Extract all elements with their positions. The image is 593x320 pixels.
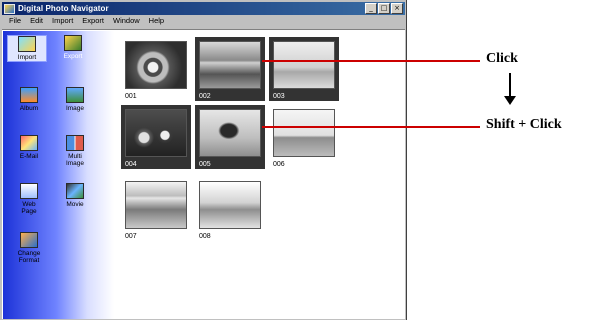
click-annotation: Click [486,51,518,66]
thumbnail-003[interactable]: 003 [269,37,339,101]
arrow-shaft [509,73,511,97]
thumbnail-number: 002 [199,93,211,100]
tool-email[interactable]: E-Mail [9,135,49,160]
thumbnail-number: 001 [125,93,137,100]
thumbnail-number: 003 [273,93,285,100]
thumbnail-number: 004 [125,161,137,168]
tool-change-format-label: Change Format [17,250,41,264]
import-icon [18,36,36,52]
window-title: Digital Photo Navigator [18,4,109,13]
minimize-button[interactable]: _ [365,3,377,14]
menu-help[interactable]: Help [149,16,164,28]
tool-multi-image[interactable]: Multi Image [55,135,95,167]
tool-web-page-label: Web Page [21,201,37,215]
shift-click-annotation: Shift + Click [486,117,562,132]
thumbnail-image [273,109,335,157]
tool-movie-label: Movie [66,201,84,208]
thumbnail-007[interactable]: 007 [121,177,191,241]
tool-change-format[interactable]: Change Format [9,232,49,264]
tool-export-label: Export [63,53,83,60]
tool-album-label: Album [19,105,39,112]
maximize-button[interactable]: □ [378,3,390,14]
menu-window[interactable]: Window [113,16,140,28]
title-bar[interactable]: Digital Photo Navigator _ □ × [2,2,405,15]
movie-icon [66,183,84,199]
multi-image-icon [66,135,84,151]
tool-album[interactable]: Album [9,87,49,112]
app-window: Digital Photo Navigator _ □ × File Edit … [0,0,407,320]
tool-export[interactable]: Export [53,35,93,60]
tool-multi-image-label: Multi Image [65,153,85,167]
tool-import[interactable]: Import [7,35,47,62]
tool-web-page[interactable]: Web Page [9,183,49,215]
thumbnail-number: 007 [125,233,137,240]
thumbnail-image [125,41,187,89]
tool-sidebar: Import Export Album Image E-Mail Multi I… [3,31,114,319]
menu-bar: File Edit Import Export Window Help [2,16,164,28]
thumbnail-image [199,181,261,229]
thumbnail-number: 006 [273,161,285,168]
client-area: Import Export Album Image E-Mail Multi I… [2,29,405,319]
menu-import[interactable]: Import [52,16,73,28]
app-icon [4,3,15,14]
thumbnail-001[interactable]: 001 [121,37,191,101]
image-icon [66,87,84,103]
thumbnail-image [199,41,261,89]
menu-file[interactable]: File [9,16,21,28]
thumbnail-002[interactable]: 002 [195,37,265,101]
thumbnail-number: 008 [199,233,211,240]
thumbnail-008[interactable]: 008 [195,177,265,241]
tool-import-label: Import [17,54,37,61]
thumbnail-004[interactable]: 004 [121,105,191,169]
thumbnail-grid: 001 002 003 004 005 006 007 008 [114,31,405,319]
menu-edit[interactable]: Edit [30,16,43,28]
thumbnail-006[interactable]: 006 [269,105,339,169]
email-icon [20,135,38,151]
click-pointer-line [262,60,480,62]
thumbnail-image [125,109,187,157]
thumbnail-image [273,41,335,89]
album-icon [20,87,38,103]
thumbnail-image [199,109,261,157]
tool-email-label: E-Mail [19,153,39,160]
menu-export[interactable]: Export [82,16,104,28]
tool-image-label: Image [65,105,85,112]
down-arrow-icon [504,96,516,105]
close-button[interactable]: × [391,3,403,14]
tool-movie[interactable]: Movie [55,183,95,208]
shift-click-pointer-line [262,126,480,128]
export-icon [64,35,82,51]
tool-image[interactable]: Image [55,87,95,112]
web-page-icon [20,183,38,199]
thumbnail-image [125,181,187,229]
thumbnail-number: 005 [199,161,211,168]
change-format-icon [20,232,38,248]
thumbnail-005[interactable]: 005 [195,105,265,169]
